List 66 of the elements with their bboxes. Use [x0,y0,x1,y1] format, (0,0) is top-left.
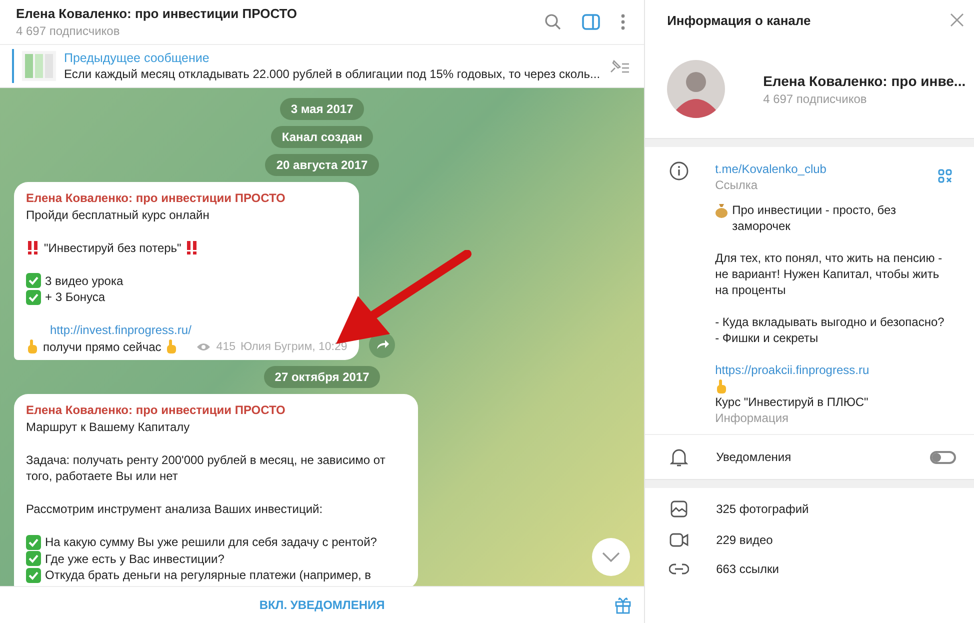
message-text: Пройди бесплатный курс онлайн [26,206,210,223]
message-text: "Инвестируй без потерь" [44,240,182,256]
check-mark-icon [26,290,41,305]
date-pill: 27 октября 2017 [264,366,380,388]
message-text: Маршрут к Вашему Капиталу [26,418,190,435]
link-caption: Ссылка [715,177,759,193]
unpin-icon[interactable] [608,58,630,74]
description-text: Для тех, кто понял, что жить на пенсию - не вариант! Нужен Капитал, чтобы жить на проценты [715,250,944,298]
pointing-hand-icon [715,379,728,394]
avatar-placeholder [667,60,726,118]
photo-icon [669,500,690,518]
money-bag-icon [715,203,728,218]
pointing-hand-icon [165,339,178,354]
exclamation-icon [185,240,200,256]
subscriber-count: 4 697 подписчиков [763,92,868,106]
notifications-toggle[interactable] [930,450,956,464]
message-text: На какую сумму Вы уже решили для себя задачу с рентой? [45,534,377,550]
date-pill: 20 августа 2017 [265,154,379,176]
notifications-label: Уведомления [716,450,792,464]
message-text: Откуда брать деньги на регулярные платежи (например, в [45,567,372,584]
chevron-down-icon [602,552,620,562]
message-author: Елена Коваленко: про инвестиции ПРОСТО [26,190,286,206]
pinned-text: Если каждый месяц откладывать 22.000 рублей в облигации под 15% годовых, то через сколь... [64,67,600,81]
channel-title: Елена Коваленко: про инвестиции ПРОСТО [16,6,298,21]
description-text: - Куда вкладывать выгодно и безопасно? [715,314,944,330]
more-icon[interactable] [620,13,626,31]
close-icon[interactable] [950,13,964,27]
message-text: Где уже есть у Вас инвестиции? [45,550,224,567]
description-text: - Фишки и секреты [715,330,818,346]
media-item[interactable]: 229 видео [716,533,773,547]
scroll-down-button[interactable] [592,538,630,576]
check-mark-icon [26,273,41,288]
panel-title: Информация о канале [667,12,811,28]
post-signature: Юлия Бугрим, 10:29 [240,340,348,354]
subscriber-count: 4 697 подписчиков [16,24,121,38]
sidebar-toggle-icon[interactable] [582,14,600,30]
message-author: Елена Коваленко: про инвестиции ПРОСТО [26,402,286,418]
description-caption: Информация [715,410,790,426]
message-text: 3 видео урока [45,272,124,289]
gift-icon[interactable] [614,596,632,614]
message-text: получи прямо сейчас [43,338,162,355]
description-text: Про инвестиции - просто, без заморочек [732,202,897,234]
media-item[interactable]: 325 фотографий [716,502,809,516]
search-icon[interactable] [544,13,562,31]
info-icon [669,161,690,181]
media-item[interactable]: 663 ссылки [716,562,779,576]
exclamation-icon [26,240,40,256]
message-text: + 3 Бонуса [45,289,106,306]
pinned-label: Предыдущее сообщение [64,51,210,65]
date-pill: Канал создан [270,126,374,148]
views-icon [196,342,212,352]
date-pill: 3 мая 2017 [280,98,364,120]
view-count: 415 [216,340,236,354]
check-mark-icon [26,568,41,583]
channel-name: Елена Коваленко: про инве... [763,72,966,88]
pointing-hand-icon [26,339,39,354]
message-text: Рассмотрим инструмент анализа Ваших инвестиций: [26,501,323,518]
video-icon [669,532,690,548]
check-mark-icon [26,534,41,550]
bell-icon [670,447,688,467]
message-text: Задача: получать ренту 200'000 рублей в месяц, не зависимо от того, работаете Вы или нет [26,452,386,484]
table-thumbnail [22,51,56,81]
qr-code-icon[interactable] [938,169,952,183]
check-mark-icon [26,551,41,566]
link-icon [669,563,690,575]
description-text: Курс "Инвестируй в ПЛЮС" [715,394,868,410]
